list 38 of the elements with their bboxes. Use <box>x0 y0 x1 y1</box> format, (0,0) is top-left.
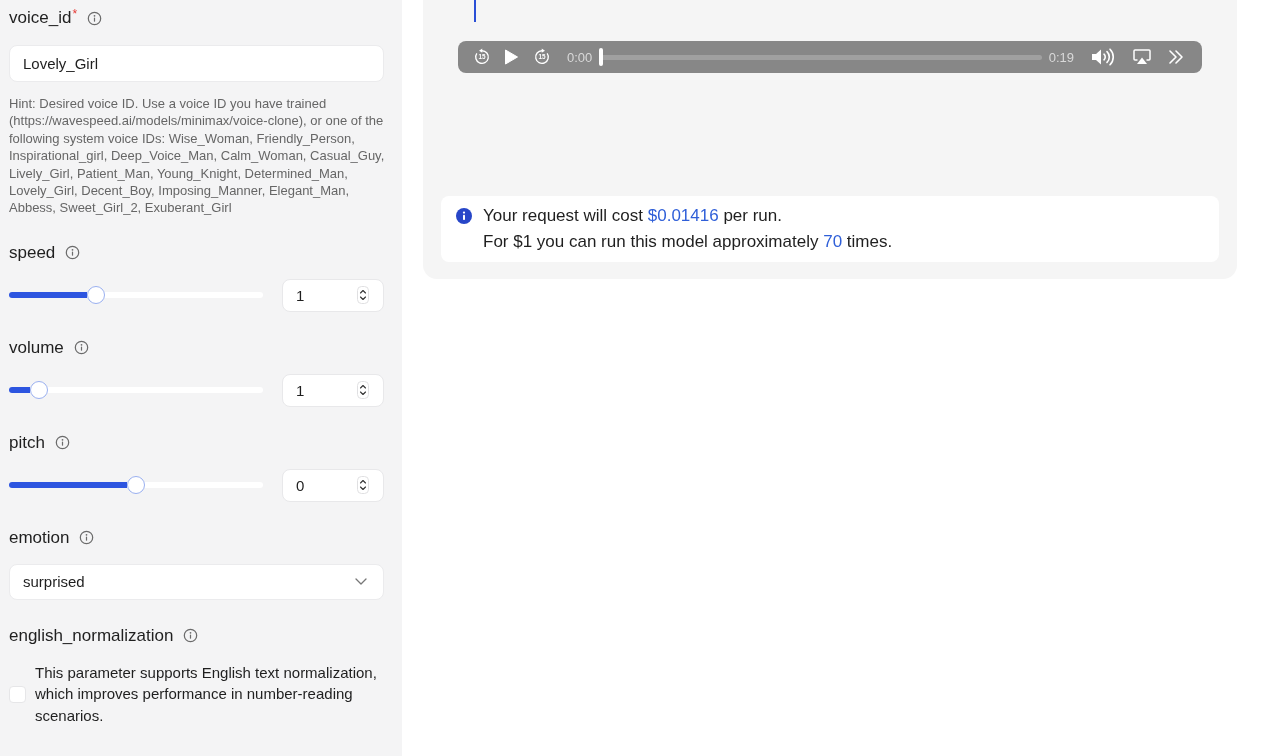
duration-time: 0:19 <box>1048 49 1074 65</box>
select-dropdown[interactable]: surprised <box>9 563 384 600</box>
field-label: volume <box>9 337 64 358</box>
number-input[interactable]: 1 <box>282 373 384 407</box>
field-label: pitch <box>9 432 45 453</box>
seek-handle[interactable] <box>599 48 604 66</box>
stepper-icon[interactable] <box>357 475 369 494</box>
slider-handle[interactable] <box>127 476 145 495</box>
number-input[interactable]: 0 <box>282 468 384 502</box>
double-chevron-icon[interactable] <box>1168 50 1184 64</box>
checkbox-label: This parameter supports English text normalization, which improves performance in number-reading scenarios. <box>35 662 378 726</box>
text-input[interactable]: Lovely_Girl <box>9 45 384 82</box>
field-label: emotion <box>9 527 70 548</box>
field-label: english_normalization <box>9 625 174 646</box>
field-label: voice_id$^{*}$ <box>9 8 78 28</box>
play-icon[interactable] <box>504 49 518 65</box>
number-input[interactable]: 1 <box>282 278 384 312</box>
vertical-line <box>474 0 476 22</box>
stepper-icon[interactable] <box>357 380 369 399</box>
chevron-down-icon <box>355 578 367 586</box>
screen-cast-icon[interactable] <box>1133 49 1151 65</box>
volume-icon[interactable] <box>1091 48 1115 66</box>
cost-text: Your request will cost $0.01416 per run. <box>483 205 783 227</box>
hint-text: Hint: Desired voice ID. Use a voice ID you have trained (https://wavespeed.ai/models/minimax/voice-clone), or one of the following system voice IDs: Wise_Woman, Friendly_Person, Inspirational_girl, Deep_Voice_Man, Calm_Woman, Casual_Guy, Lively_Girl, Patient_Man, Young_Knight, Determined_Man, Lovely_Girl, Decent_Boy, Imposing_Manner, Elegant_Man, Abbess, Sweet_Girl_2, Exuberant_Girl <box>9 95 386 217</box>
elapsed-time: 0:00 <box>567 49 593 65</box>
stepper-icon[interactable] <box>357 285 369 304</box>
field-label: speed <box>9 242 56 263</box>
info-icon <box>456 208 472 224</box>
info-icon[interactable] <box>73 340 89 356</box>
info-icon[interactable] <box>65 245 81 261</box>
checkbox[interactable] <box>9 685 26 703</box>
info-icon[interactable] <box>79 530 95 546</box>
cost-text: For $1 you can run this model approximately 70 times. <box>483 231 893 253</box>
slider-handle[interactable] <box>30 381 49 400</box>
info-icon[interactable] <box>54 435 70 451</box>
info-icon[interactable] <box>183 628 199 644</box>
info-icon[interactable] <box>87 10 103 26</box>
slider-handle[interactable] <box>86 286 105 305</box>
